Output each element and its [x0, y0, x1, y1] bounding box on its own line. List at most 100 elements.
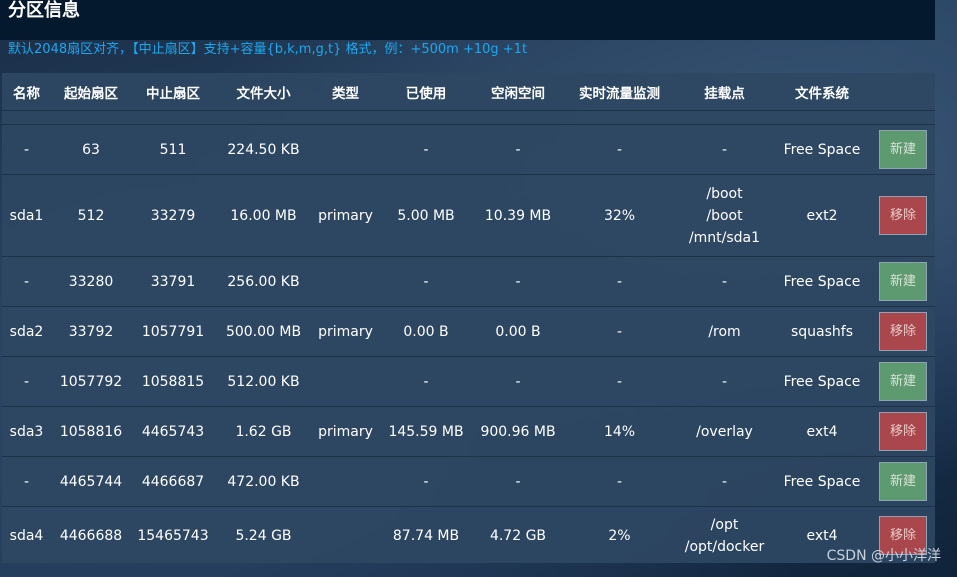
size-cell: 500.00 MB — [215, 306, 312, 357]
free-space-cell: - — [473, 256, 563, 307]
end-sector-cell: 4466687 — [131, 456, 215, 507]
new-partition-button[interactable]: 新建 — [879, 362, 927, 401]
table-row: sda2 33792 1057791 500.00 MB primary 0.00 B 0.… — [2, 306, 935, 357]
filesystem-cell: Free Space — [773, 256, 871, 307]
used-cell: 87.74 MB — [379, 506, 473, 565]
end-sector-header: 中止扇区 — [146, 85, 200, 102]
table-body: -63 511 224.50 KB - - - - Free Space 新建 sda1 512 33… — [2, 110, 935, 565]
used-cell: - — [379, 456, 473, 507]
size-cell: 1.62 GB — [215, 406, 312, 457]
start-sector-cell: 512 — [51, 174, 131, 257]
table-row: sda3 1058816 4465743 1.62 GB primary 145.59 M… — [2, 406, 935, 457]
mount-point-cell: - — [676, 124, 773, 175]
traffic-cell: - — [563, 256, 676, 307]
mount-point-line: /rom — [708, 323, 741, 340]
partition-name-cell: sda1 — [2, 174, 51, 257]
free-space-cell: - — [473, 356, 563, 407]
start-sector-cell: 33280 — [51, 256, 131, 307]
filesystem-header: 文件系统 — [795, 85, 849, 102]
end-sector-cell: 1058815 — [131, 356, 215, 407]
start-sector-cell: 1057792 — [51, 356, 131, 407]
partition-name-cell: sda4 — [2, 506, 51, 565]
mount-point-line: /opt/docker — [684, 538, 765, 555]
mount-point-line: - — [721, 473, 728, 490]
table-row: -4465744 4466687 472.00 KB - - - - Free Space 新建 — [2, 456, 935, 507]
traffic-cell: - — [563, 456, 676, 507]
table-row: -63 511 224.50 KB - - - - Free Space 新建 — [2, 124, 935, 175]
end-sector-cell: 33279 — [131, 174, 215, 257]
type-cell — [312, 124, 379, 175]
start-sector-cell: 33792 — [51, 306, 131, 357]
traffic-cell: 32% — [563, 174, 676, 257]
start-sector-cell: 4466688 — [51, 506, 131, 565]
title-bar: 分区信息 — [0, 0, 935, 40]
traffic-cell: - — [563, 306, 676, 357]
end-sector-cell: 33791 — [131, 256, 215, 307]
traffic-cell: - — [563, 356, 676, 407]
used-header: 已使用 — [405, 85, 447, 102]
csdn-watermark: CSDN @小小洋洋 — [826, 548, 941, 564]
end-sector-cell: 511 — [131, 124, 215, 175]
free-space-cell: 4.72 GB — [473, 506, 563, 565]
remove-partition-button[interactable]: 移除 — [879, 412, 927, 451]
action-header — [871, 73, 935, 111]
mount-point-cell: /overlay — [676, 406, 773, 457]
partition-name-cell: sda2 — [2, 306, 51, 357]
filesystem-cell: Free Space — [773, 356, 871, 407]
action-cell: 移除 — [871, 174, 935, 257]
mount-point-cell: /boot/boot/mnt/sda1 — [676, 174, 773, 257]
partition-name-cell: - — [2, 356, 51, 407]
action-cell: 新建 — [871, 456, 935, 507]
type-cell — [312, 456, 379, 507]
used-cell: 5.00 MB — [379, 174, 473, 257]
size-cell: 512.00 KB — [215, 356, 312, 407]
mount-point-line: /overlay — [696, 423, 753, 440]
used-cell: - — [379, 256, 473, 307]
mount-point-line: - — [721, 141, 728, 158]
table-row: sda4 4466688 15465743 5.24 GB 87.74 MB 4.72 G… — [2, 506, 935, 565]
size-header: 文件大小 — [236, 85, 291, 102]
free-space-cell: 0.00 B — [473, 306, 563, 357]
mount-point-cell: - — [676, 256, 773, 307]
free-space-header: 空闲空间 — [491, 85, 545, 102]
table-row: -1057792 1058815 512.00 KB - - - - Free Space 新建 — [2, 356, 935, 407]
remove-partition-button[interactable]: 移除 — [879, 312, 927, 351]
start-sector-cell: 4465744 — [51, 456, 131, 507]
free-space-cell: 10.39 MB — [473, 174, 563, 257]
action-cell: 新建 — [871, 256, 935, 307]
table-row: -33280 33791 256.00 KB - - - - Free Space 新建 — [2, 256, 935, 307]
header-spacer-row — [2, 110, 935, 125]
end-sector-cell: 4465743 — [131, 406, 215, 457]
mount-point-line: - — [721, 273, 728, 290]
free-space-cell: - — [473, 124, 563, 175]
used-cell: - — [379, 356, 473, 407]
size-cell: 472.00 KB — [215, 456, 312, 507]
mount-point-line: - — [721, 373, 728, 390]
type-cell: primary — [312, 406, 379, 457]
new-partition-button[interactable]: 新建 — [879, 262, 927, 301]
type-cell: primary — [312, 174, 379, 257]
size-cell: 256.00 KB — [215, 256, 312, 307]
mount-point-cell: - — [676, 356, 773, 407]
mount-point-line: /mnt/sda1 — [688, 229, 761, 246]
partition-name-cell: - — [2, 456, 51, 507]
filesystem-cell: Free Space — [773, 124, 871, 175]
used-cell: 145.59 MB — [379, 406, 473, 457]
remove-partition-button[interactable]: 移除 — [879, 196, 927, 235]
size-cell: 5.24 GB — [215, 506, 312, 565]
mount-point-cell: - — [676, 456, 773, 507]
end-sector-cell: 1057791 — [131, 306, 215, 357]
type-cell — [312, 506, 379, 565]
type-cell — [312, 356, 379, 407]
traffic-cell: 2% — [563, 506, 676, 565]
type-header: 类型 — [332, 85, 359, 102]
new-partition-button[interactable]: 新建 — [879, 462, 927, 501]
used-cell: 0.00 B — [379, 306, 473, 357]
start-sector-cell: 63 — [51, 124, 131, 175]
traffic-monitor-header: 实时流量监测 — [579, 85, 660, 102]
new-partition-button[interactable]: 新建 — [879, 130, 927, 169]
page-title: 分区信息 — [8, 0, 80, 21]
type-cell: primary — [312, 306, 379, 357]
filesystem-cell: ext4 — [773, 406, 871, 457]
partition-table: 名称 起始扇区 中止扇区 文件大小 类型 已使用 空闲空间 实时流量监测 挂载点 文件系统 -63… — [2, 73, 935, 565]
